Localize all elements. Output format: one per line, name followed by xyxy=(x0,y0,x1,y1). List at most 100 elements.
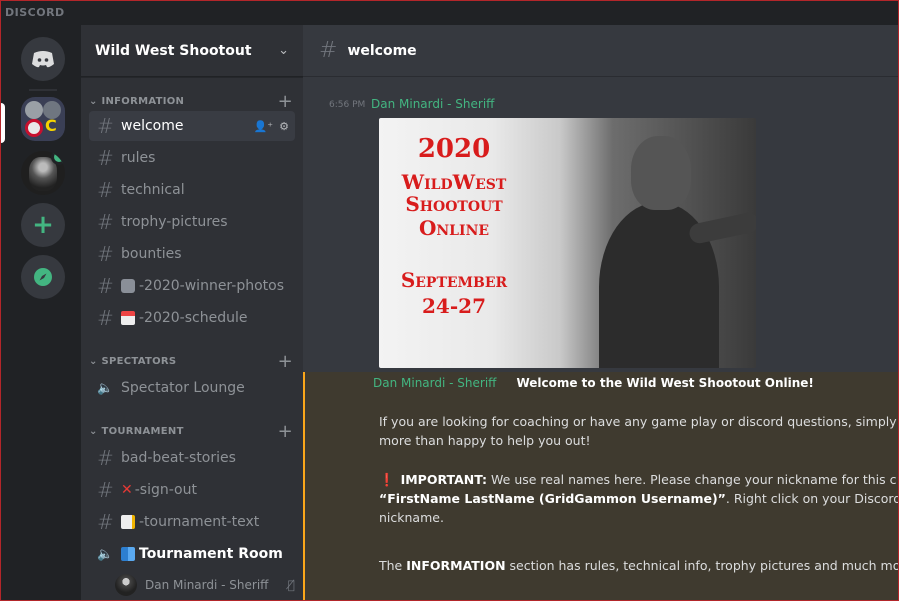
invite-icon[interactable]: 👤⁺ xyxy=(254,120,274,133)
server-rail: C + xyxy=(1,25,81,600)
channel-welcome[interactable]: # welcome 👤⁺ ⚙ xyxy=(89,111,295,141)
message-author[interactable]: Dan Minardi - Sheriff xyxy=(373,376,496,390)
category-information[interactable]: ⌄ INFORMATION + xyxy=(89,91,293,112)
title-bar: DISCORD xyxy=(1,1,898,25)
channel-label: technical xyxy=(121,182,185,198)
message-title: Welcome to the Wild West Shootout Online… xyxy=(516,376,814,390)
message-paragraph: The INFORMATION section has rules, techn… xyxy=(379,558,899,573)
avatar xyxy=(115,574,137,596)
camera-icon xyxy=(121,279,135,293)
channel-label: -tournament-text xyxy=(139,514,260,530)
rail-divider xyxy=(29,89,57,91)
discord-logo-icon xyxy=(32,51,54,68)
poster-line: WildWest xyxy=(401,170,507,194)
plus-icon: + xyxy=(32,210,54,240)
create-channel-icon[interactable]: + xyxy=(278,91,293,112)
poster-line: September xyxy=(400,268,508,292)
category-label: INFORMATION xyxy=(101,95,185,107)
create-channel-icon[interactable]: + xyxy=(278,421,293,442)
hash-icon: # xyxy=(97,210,114,234)
discord-window: DISCORD C + Wild West Shootout ⌄ ⌄ INFOR… xyxy=(0,0,899,601)
hash-icon: # xyxy=(97,146,114,170)
voice-speaker-icon xyxy=(51,151,65,165)
channel-label: Tournament Room xyxy=(139,546,283,562)
message-timestamp: 6:56 PM xyxy=(329,100,366,110)
calendar-icon xyxy=(121,311,135,325)
compass-icon xyxy=(34,268,52,286)
channel-label: trophy-pictures xyxy=(121,214,228,230)
channel-sidebar: Wild West Shootout ⌄ ⌄ INFORMATION + # w… xyxy=(81,25,303,600)
channel-label: -sign-out xyxy=(134,482,197,498)
collapse-arrow-icon: ⌄ xyxy=(89,355,102,367)
grid-icon xyxy=(121,547,135,561)
channel-label: bounties xyxy=(121,246,182,262)
guild-header[interactable]: Wild West Shootout ⌄ xyxy=(81,25,303,77)
voice-user[interactable]: Dan Minardi - Sheriff 🎙̸ xyxy=(115,573,295,597)
hash-icon: # xyxy=(97,446,114,470)
app-brand: DISCORD xyxy=(5,6,65,19)
message-paragraph: If you are looking for coaching or have … xyxy=(379,414,899,448)
channel-2020-winner-photos[interactable]: # -2020-winner-photos xyxy=(89,271,295,301)
selected-server-pill xyxy=(1,103,5,143)
hash-icon: # xyxy=(319,38,338,63)
channel-label: -2020-winner-photos xyxy=(139,278,285,294)
server-thumb-icon xyxy=(25,101,43,119)
channel-spectator-lounge[interactable]: 🔈 Spectator Lounge xyxy=(89,373,295,403)
chevron-down-icon: ⌄ xyxy=(278,43,289,58)
explore-servers-button[interactable] xyxy=(21,255,65,299)
channel-2020-schedule[interactable]: # -2020-schedule xyxy=(89,303,295,333)
channel-label: welcome xyxy=(121,118,184,134)
channel-tournament-text[interactable]: # -tournament-text xyxy=(89,507,295,537)
create-channel-icon[interactable]: + xyxy=(278,351,293,372)
message: 6:56 PM Dan Minardi - Sheriff 2020 WildW… xyxy=(303,77,898,372)
poster-year: 2020 xyxy=(417,134,491,164)
channel-title: welcome xyxy=(347,42,417,59)
exclamation-icon: ❗ xyxy=(379,472,395,487)
hash-icon: # xyxy=(97,306,114,330)
channel-technical[interactable]: # technical xyxy=(89,175,295,205)
channel-label: -2020-schedule xyxy=(139,310,248,326)
channel-rules[interactable]: # rules xyxy=(89,143,295,173)
add-server-button[interactable]: + xyxy=(21,203,65,247)
category-label: TOURNAMENT xyxy=(101,425,184,437)
home-button[interactable] xyxy=(21,37,65,81)
channel-bounties[interactable]: # bounties xyxy=(89,239,295,269)
channel-sign-out[interactable]: # ✕ -sign-out xyxy=(89,475,295,505)
poster-line: 24-27 xyxy=(422,294,486,318)
channel-bad-beat-stories[interactable]: # bad-beat-stories xyxy=(89,443,295,473)
hash-icon: # xyxy=(97,178,114,202)
speaker-icon: 🔈 xyxy=(97,380,114,396)
channel-trophy-pictures[interactable]: # trophy-pictures xyxy=(89,207,295,237)
voice-user-name: Dan Minardi - Sheriff xyxy=(145,578,269,592)
collapse-arrow-icon: ⌄ xyxy=(89,95,102,107)
category-label: SPECTATORS xyxy=(101,355,177,367)
hash-icon: # xyxy=(97,114,114,138)
mic-muted-icon: 🎙̸ xyxy=(287,578,295,592)
event-poster-image[interactable]: 2020 WildWest Shootout Online September … xyxy=(379,118,756,368)
memo-icon xyxy=(121,515,135,529)
channel-label: bad-beat-stories xyxy=(121,450,236,466)
message-author[interactable]: Dan Minardi - Sheriff xyxy=(371,97,494,111)
poster-line: Shootout xyxy=(405,192,503,216)
channel-label: rules xyxy=(121,150,156,166)
guild-name: Wild West Shootout xyxy=(95,42,252,59)
channel-header: # welcome xyxy=(303,25,898,77)
sheriff-figure xyxy=(589,118,756,368)
channel-tournament-room[interactable]: 🔈 Tournament Room xyxy=(89,539,295,569)
server-icon-other[interactable] xyxy=(21,151,65,195)
category-tournament[interactable]: ⌄ TOURNAMENT + xyxy=(89,421,293,442)
hash-icon: # xyxy=(97,242,114,266)
hash-icon: # xyxy=(97,478,114,502)
chat-area: # welcome 6:56 PM Dan Minardi - Sheriff … xyxy=(303,25,899,600)
highlighted-message: Dan Minardi - Sheriff Welcome to the Wil… xyxy=(303,372,899,600)
server-thumb-icon xyxy=(25,119,43,137)
category-spectators[interactable]: ⌄ SPECTATORS + xyxy=(89,351,293,372)
gear-icon[interactable]: ⚙ xyxy=(279,120,289,133)
message-paragraph: ❗ IMPORTANT: We use real names here. Plea… xyxy=(379,472,899,525)
server-icon-wild-west-shootout[interactable]: C xyxy=(21,97,65,141)
cross-mark-icon: ✕ xyxy=(121,482,133,498)
poster-line: Online xyxy=(418,216,490,240)
collapse-arrow-icon: ⌄ xyxy=(89,425,102,437)
hash-icon: # xyxy=(97,274,114,298)
speaker-icon: 🔈 xyxy=(97,546,114,562)
